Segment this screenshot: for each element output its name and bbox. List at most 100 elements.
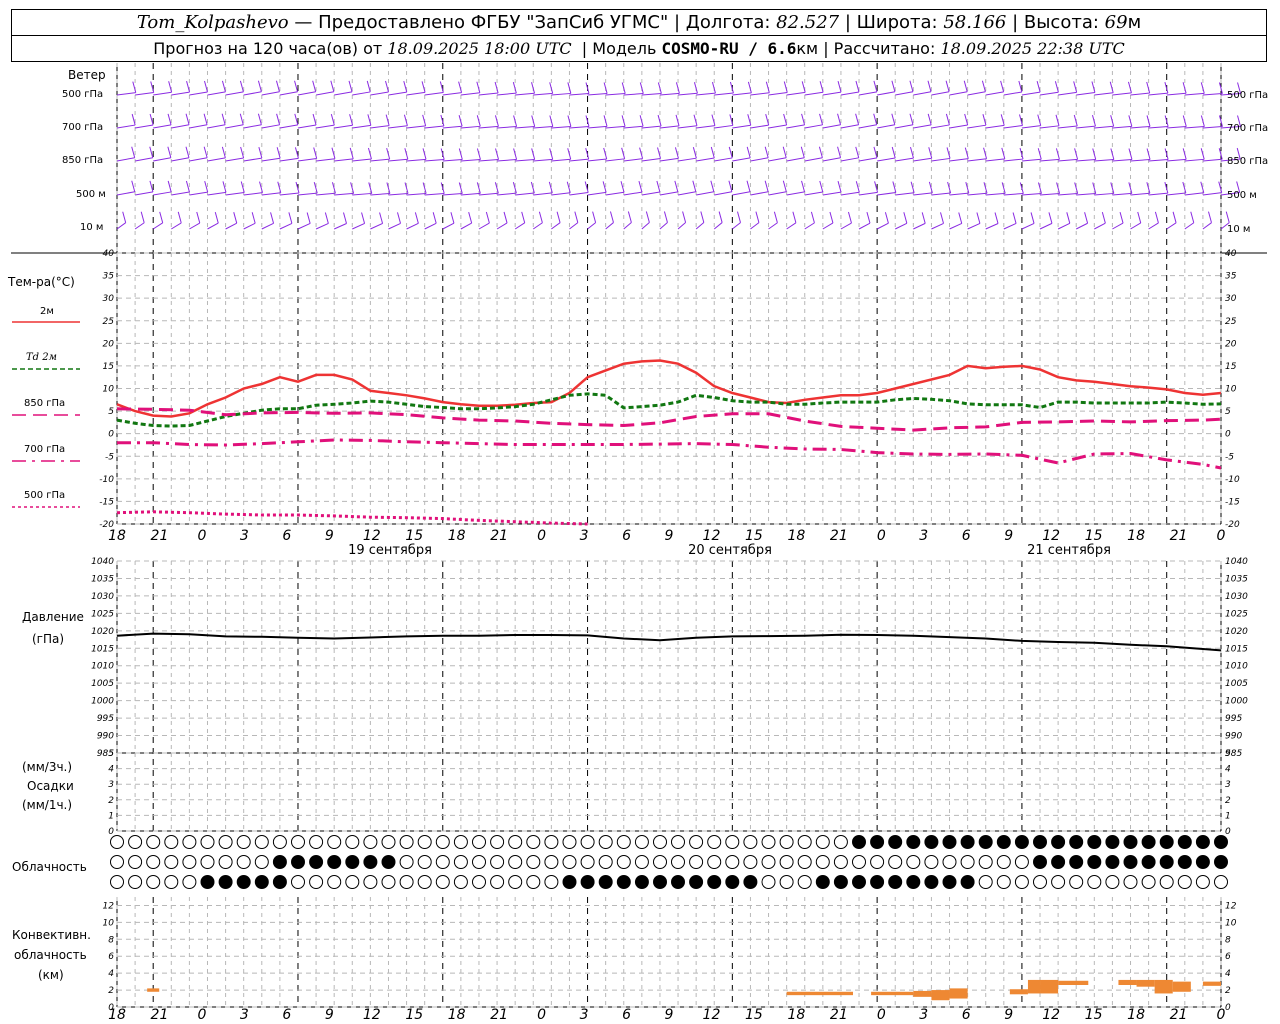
wind-barb-flag bbox=[1225, 211, 1230, 223]
time-tick-bottom: 18 bbox=[787, 1007, 805, 1023]
wind-barb-shaft bbox=[153, 91, 172, 96]
wind-barb bbox=[659, 180, 679, 196]
cloud-cover-circle bbox=[906, 855, 921, 869]
wind-barb bbox=[732, 180, 751, 196]
wind-barb-flag bbox=[700, 211, 705, 223]
wind-barb bbox=[532, 211, 543, 230]
cloud-cover-circle bbox=[1159, 875, 1174, 889]
wind-barb-shaft bbox=[768, 222, 778, 230]
wind-barb bbox=[967, 80, 986, 96]
wind-barb-flag bbox=[513, 148, 518, 160]
wind-barb bbox=[786, 211, 797, 230]
wind-barb bbox=[1112, 115, 1133, 129]
prec-ytick-right: 4 bbox=[1225, 765, 1231, 775]
time-tick-bottom: 21 bbox=[151, 1007, 169, 1023]
wind-barb-shaft bbox=[786, 91, 806, 96]
wind-barb-flag bbox=[149, 180, 154, 192]
wind-barb bbox=[895, 212, 908, 230]
cloud-cover-circle bbox=[472, 835, 486, 849]
cloud-cover-circle bbox=[110, 875, 124, 889]
wind-barb bbox=[424, 81, 444, 96]
wind-barb-flag bbox=[1066, 212, 1071, 224]
wind-barb-shaft bbox=[316, 124, 335, 129]
wind-barb-flag bbox=[592, 211, 597, 223]
wind-barb-shaft bbox=[460, 125, 481, 129]
wind-barb bbox=[659, 211, 668, 230]
wind-barb-shaft bbox=[406, 91, 426, 96]
wind-barb bbox=[1202, 115, 1223, 129]
wind-barb-flag bbox=[621, 115, 626, 127]
series-2-line bbox=[116, 407, 1222, 432]
wind-barb-flag bbox=[348, 80, 353, 92]
wind-barb-flag bbox=[257, 113, 262, 125]
wind-barb bbox=[877, 181, 897, 196]
wind-barb bbox=[768, 146, 787, 162]
wind-barb-shaft bbox=[569, 222, 579, 230]
wind-barb-shaft bbox=[605, 158, 625, 162]
wind-barb-shaft bbox=[497, 159, 517, 162]
cloud-cover-circle bbox=[1087, 855, 1102, 869]
wind-barb bbox=[1094, 115, 1115, 129]
wind-barb-flag bbox=[729, 81, 734, 94]
wind-barb-shaft bbox=[207, 91, 226, 96]
cloud-cover-circle bbox=[978, 875, 993, 889]
wind-barb bbox=[334, 80, 353, 96]
temp-ytick-right: 5 bbox=[1225, 407, 1231, 417]
wind-barb bbox=[333, 212, 347, 230]
wind-barb bbox=[424, 148, 445, 162]
wind-barb-flag bbox=[538, 211, 543, 223]
wind-barb-shaft bbox=[1130, 92, 1150, 96]
wind-barb-shaft bbox=[135, 157, 153, 162]
cloud-cover-circle bbox=[942, 835, 957, 849]
wind-barb-flag bbox=[275, 80, 280, 92]
wind-barb bbox=[1148, 181, 1169, 196]
wind-barb-shaft bbox=[478, 125, 499, 129]
cloud-cover-circle bbox=[1014, 875, 1029, 889]
wind-barb-shaft bbox=[514, 222, 525, 230]
cloud-cover-circle bbox=[580, 835, 595, 849]
wind-barb-shaft bbox=[732, 191, 751, 196]
cloud-cover-circle bbox=[852, 835, 866, 849]
wind-barb-shaft bbox=[1166, 222, 1177, 230]
cloud-cover-circle bbox=[580, 875, 595, 889]
wind-barb-shaft bbox=[116, 191, 135, 196]
wind-barb bbox=[225, 113, 244, 129]
temp-ytick-left: 30 bbox=[103, 294, 115, 304]
wind-barb bbox=[569, 82, 590, 96]
cloud-cover-circle bbox=[1177, 855, 1192, 869]
cloud-cover-circle bbox=[254, 875, 269, 889]
wind-barb bbox=[1021, 148, 1042, 162]
wind-barb bbox=[985, 212, 999, 230]
cloud-cover-circle bbox=[1141, 875, 1156, 889]
wind-barb-flag bbox=[574, 211, 579, 223]
time-tick-top: 3 bbox=[580, 528, 589, 544]
wind-barb-shaft bbox=[949, 124, 968, 129]
cloud-cover-circle bbox=[1195, 835, 1210, 849]
wind-barb-flag bbox=[221, 146, 226, 158]
wind-barb-shaft bbox=[1166, 126, 1187, 129]
wind-barb bbox=[370, 148, 391, 162]
wind-barb-shaft bbox=[1039, 193, 1060, 196]
wind-barb bbox=[514, 211, 526, 230]
wind-barb-shaft bbox=[641, 191, 660, 196]
cloud-cover-circle bbox=[435, 855, 450, 869]
wind-barb bbox=[261, 212, 275, 230]
time-tick-top: 0 bbox=[1217, 528, 1226, 544]
cloud-cover-circle bbox=[1123, 875, 1138, 889]
wind-barb-flag bbox=[177, 211, 182, 224]
pres-ytick-left: 1010 bbox=[91, 662, 114, 672]
cloud-cover-circle bbox=[1051, 835, 1066, 849]
cloud-cover-circle bbox=[978, 835, 993, 849]
wind-barb bbox=[424, 114, 445, 129]
cloud-cover-circle bbox=[707, 855, 722, 869]
wind-barb bbox=[677, 180, 697, 196]
wind-barb-shaft bbox=[714, 92, 734, 96]
wind-barb-shaft bbox=[1094, 222, 1106, 230]
wind-barb-shaft bbox=[370, 91, 389, 96]
wind-barb-shaft bbox=[877, 124, 895, 129]
cloud-cover-circle bbox=[996, 855, 1011, 869]
wind-barb-flag bbox=[270, 212, 275, 224]
wind-barb-shaft bbox=[1148, 92, 1168, 96]
cloud-cover-circle bbox=[381, 875, 396, 889]
wind-barb-shaft bbox=[1148, 126, 1169, 129]
